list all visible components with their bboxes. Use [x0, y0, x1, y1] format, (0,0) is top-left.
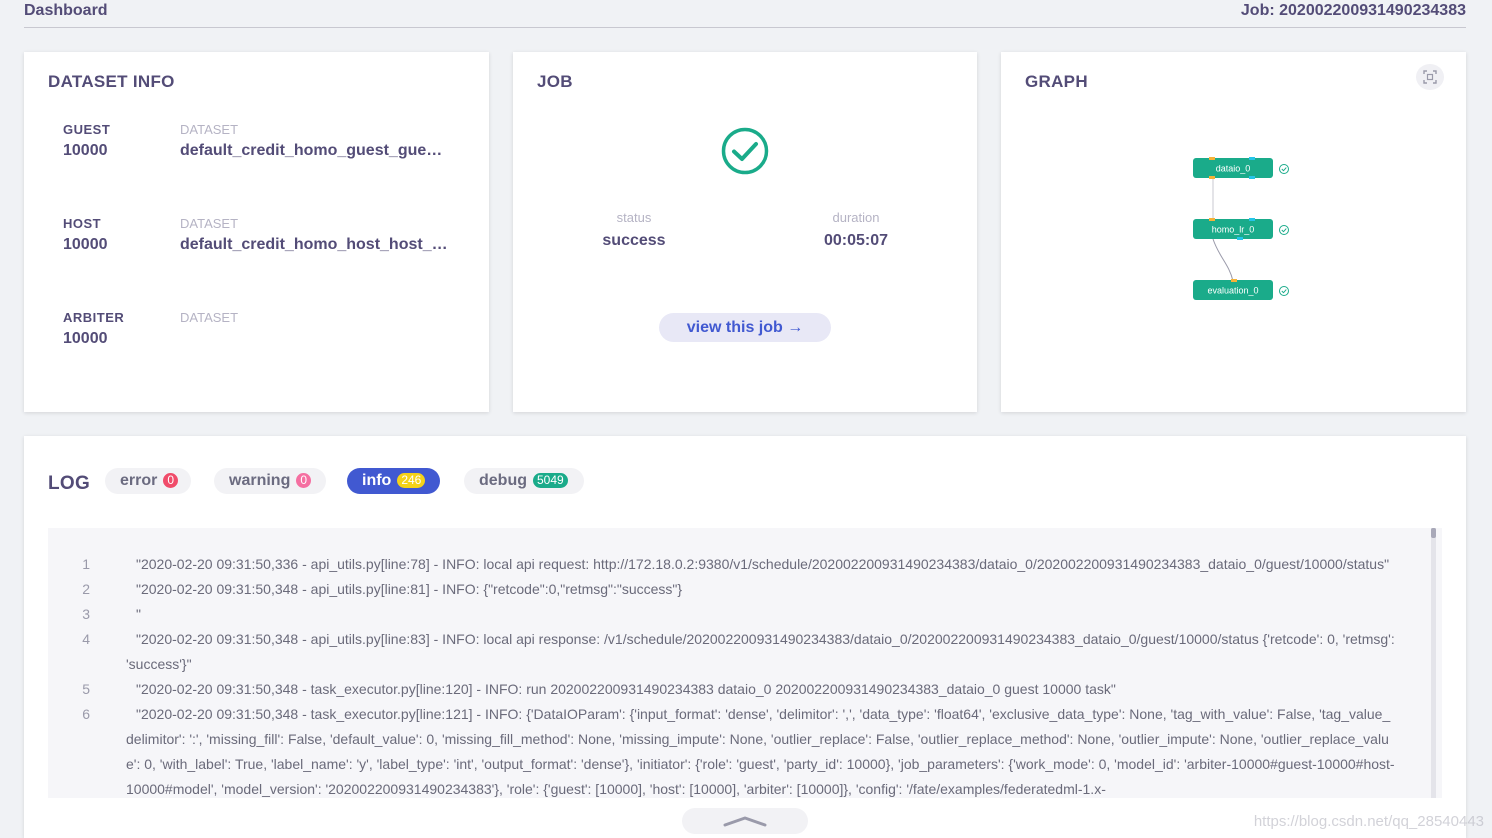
log-line: 2 "2020-02-20 09:31:50,348 - api_utils.py… [48, 577, 1428, 602]
scrollbar-thumb[interactable] [1431, 528, 1436, 538]
graph-card: GRAPH dataio_0 homo_lr_0 evaluation_0 [1001, 52, 1466, 412]
count-badge: 0 [163, 473, 179, 488]
count-badge: 5049 [533, 473, 568, 488]
role-count: 10000 [63, 142, 108, 159]
role-name: ARBITER [63, 310, 125, 325]
dataset-info-title: DATASET INFO [48, 72, 175, 91]
role-count: 10000 [63, 330, 108, 347]
log-tab-error[interactable]: error 0 [105, 468, 191, 494]
fullscreen-icon [1423, 70, 1437, 84]
job-card: JOB status success duration 00:05:07 vie… [513, 52, 977, 412]
graph-node-label: dataio_0 [1216, 164, 1251, 174]
count-badge: 246 [397, 473, 426, 488]
job-id-label: Job: 20200220093149023438​3 [1240, 2, 1466, 19]
status-label: status [616, 210, 652, 225]
tab-label: info [362, 472, 392, 489]
log-title: LOG [48, 473, 91, 494]
view-job-button[interactable]: view this job → [659, 313, 831, 342]
dataset-label: DATASET [180, 310, 239, 325]
line-number: 5 [82, 681, 90, 697]
fullscreen-button[interactable] [1416, 64, 1444, 90]
duration-stat: duration 00:05:07 [776, 210, 936, 250]
graph-node-label: evaluation_0 [1207, 286, 1258, 296]
count-badge: 0 [296, 473, 312, 488]
dataset-name: default_credit_homo_host_host_data [180, 236, 450, 253]
log-content[interactable]: 1 "2020-02-20 09:31:50,336 - api_utils.py… [48, 528, 1442, 798]
log-line: 4 "2020-02-20 09:31:50,348 - api_utils.py… [48, 627, 1428, 677]
dag-graph[interactable]: dataio_0 homo_lr_0 evaluation_0 [1181, 152, 1301, 312]
line-number: 3 [82, 606, 90, 622]
duration-value: 00:05:07 [823, 232, 889, 249]
log-card: LOG error 0 warning 0 info 246 debug 5049 1 "… [24, 436, 1466, 838]
dataset-info-card: DATASET INFO GUEST 10000 DATASET default… [24, 52, 489, 412]
line-text: "2020-02-20 09:31:50,348 - task_executor… [126, 706, 1395, 797]
log-scrollbar[interactable] [1431, 528, 1436, 798]
line-text: "2020-02-20 09:31:50,348 - task_executor… [136, 681, 1116, 697]
log-lines: 1 "2020-02-20 09:31:50,336 - api_utils.py… [48, 552, 1428, 798]
dataset-label: DATASET [180, 122, 239, 137]
tab-label: error [120, 472, 158, 489]
graph-title: GRAPH [1025, 72, 1088, 91]
page-title: Dashboard [24, 2, 108, 19]
line-text: "2020-02-20 09:31:50,348 - api_utils.py[… [136, 581, 683, 597]
watermark: https://blog.csdn.net/qq_28540443 [1253, 813, 1484, 830]
status-value: success [602, 232, 666, 249]
success-check-icon [721, 127, 769, 175]
check-icon [1279, 286, 1289, 296]
check-icon [1279, 164, 1289, 174]
top-bar: Dashboard Job: 20200220093149023438​3 [24, 0, 1466, 28]
role-name: HOST [63, 216, 102, 231]
duration-label: duration [832, 210, 880, 225]
job-title: JOB [537, 72, 573, 91]
chevron-up-icon [723, 816, 767, 827]
graph-node[interactable]: homo_lr_0 [1193, 218, 1289, 240]
line-text: "2020-02-20 09:31:50,336 - api_utils.py[… [136, 556, 1390, 572]
role-name: GUEST [63, 122, 111, 137]
line-text: "2020-02-20 09:31:50,348 - api_utils.py[… [126, 631, 1395, 672]
line-text: " [136, 606, 141, 622]
dataset-label: DATASET [180, 216, 239, 231]
dataset-name: default_credit_homo_guest_guest_data [180, 142, 450, 159]
log-tab-warning[interactable]: warning 0 [214, 468, 326, 494]
log-line: 1 "2020-02-20 09:31:50,336 - api_utils.py… [48, 552, 1428, 577]
graph-node[interactable]: dataio_0 [1193, 157, 1289, 179]
line-number: 6 [82, 706, 90, 722]
scrollbar-track [1431, 528, 1436, 798]
line-number: 1 [82, 556, 90, 572]
check-icon [1279, 225, 1289, 235]
collapse-log-button[interactable] [682, 808, 808, 834]
tab-label: debug [479, 472, 527, 489]
graph-node[interactable]: evaluation_0 [1193, 279, 1289, 300]
log-line: 3 " [48, 602, 1428, 627]
log-line: 5 "2020-02-20 09:31:50,348 - task_executo… [48, 677, 1428, 702]
log-line: 6 "2020-02-20 09:31:50,348 - task_executo… [48, 702, 1428, 798]
graph-node-label: homo_lr_0 [1212, 225, 1255, 235]
line-number: 4 [82, 631, 90, 647]
role-count: 10000 [63, 236, 108, 253]
tab-label: warning [229, 472, 291, 489]
line-number: 2 [82, 581, 90, 597]
status-stat: status success [554, 210, 714, 250]
log-tab-debug[interactable]: debug 5049 [464, 468, 584, 494]
log-tab-info[interactable]: info 246 [347, 468, 440, 494]
